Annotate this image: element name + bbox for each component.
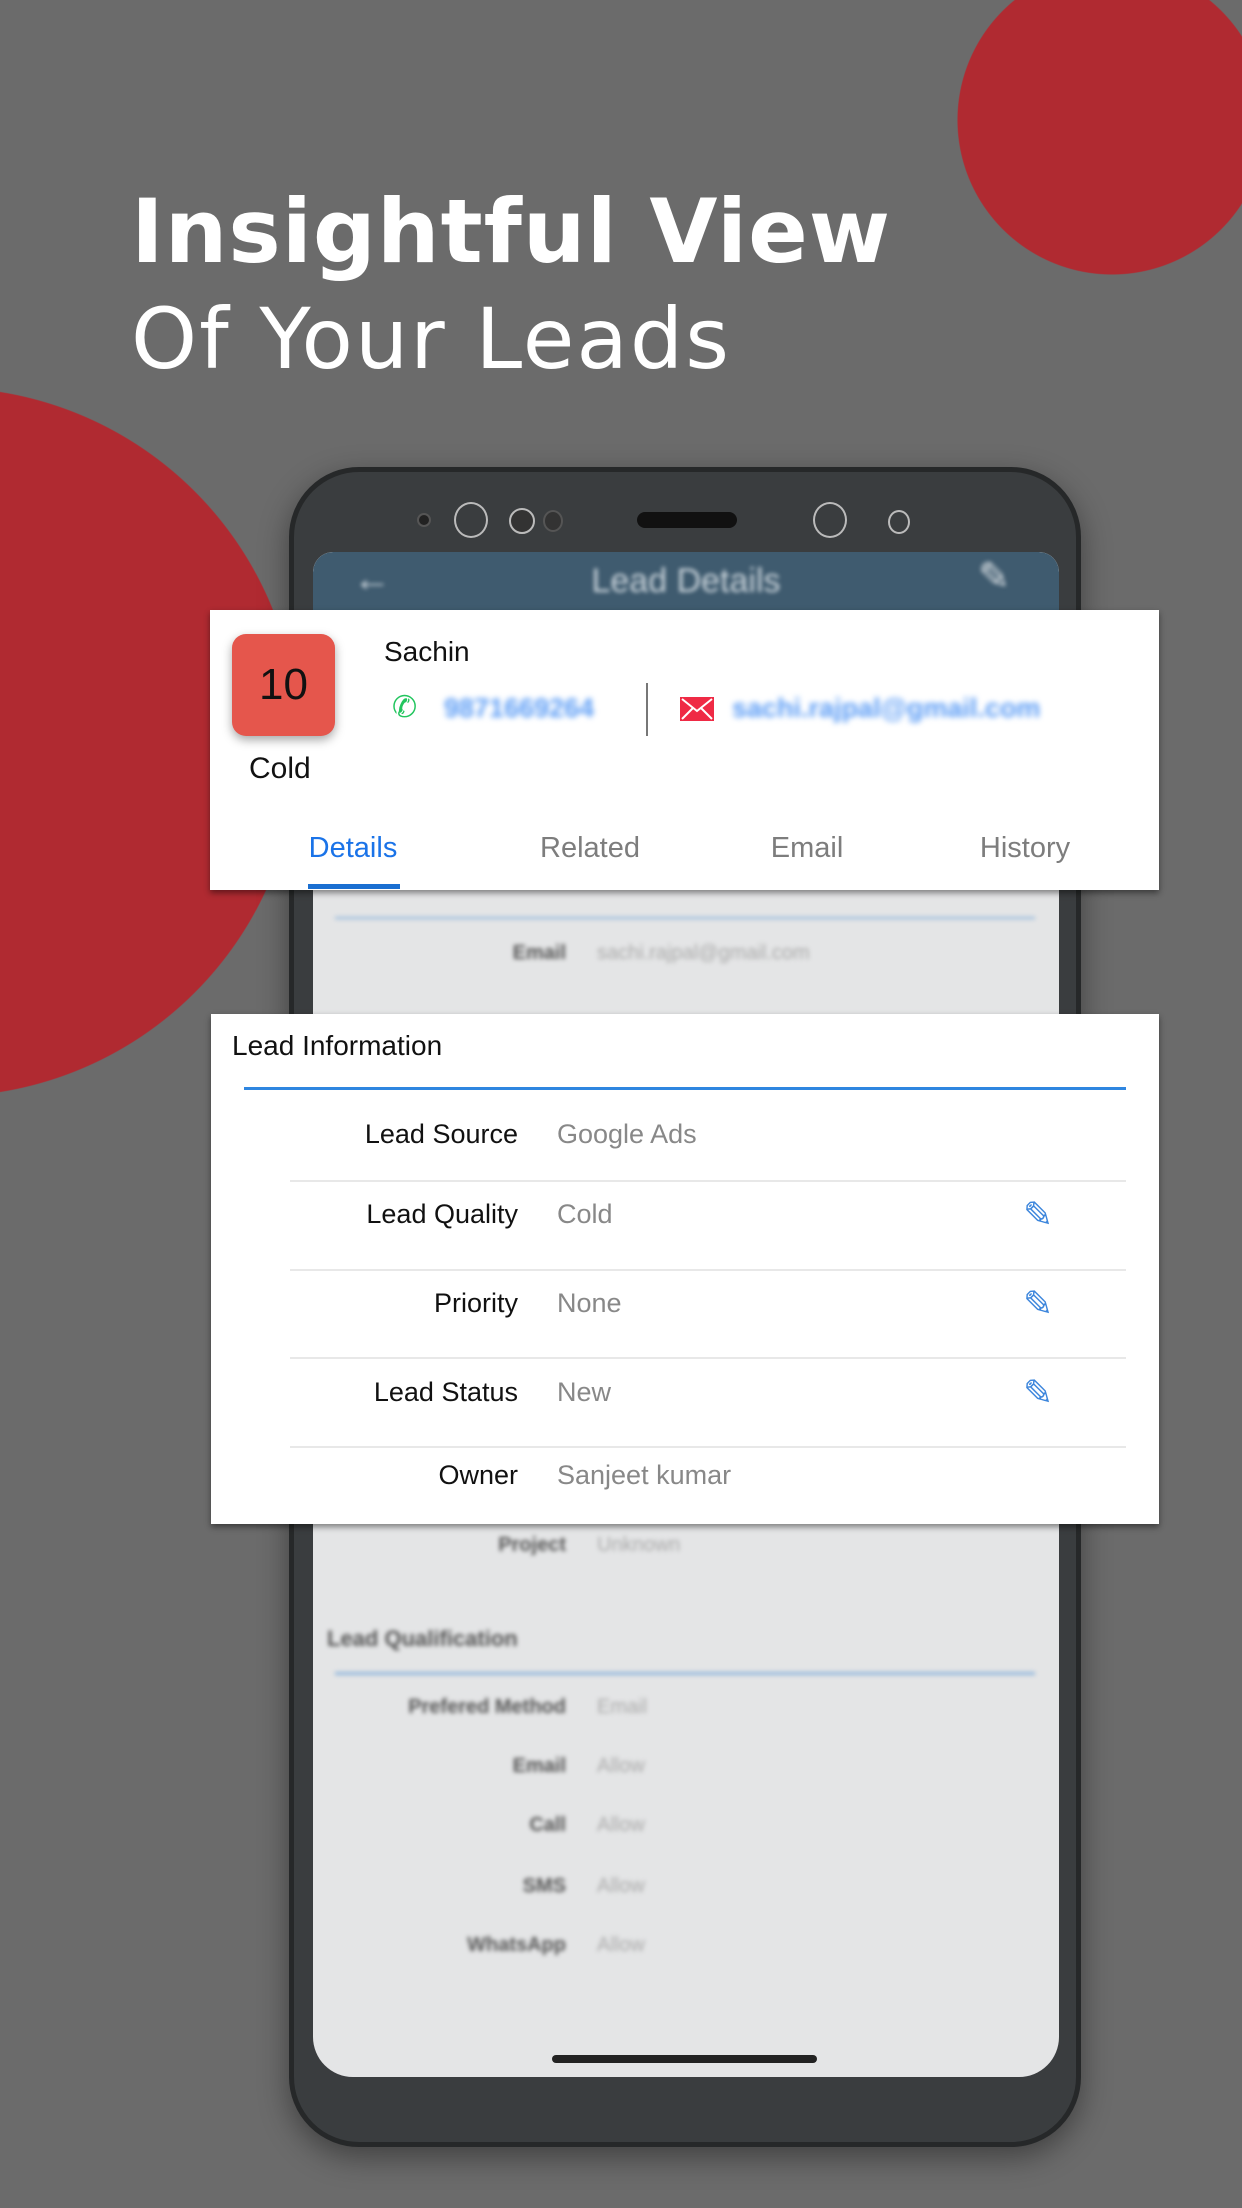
- email-value: sachi.rajpal@gmail.com: [597, 942, 810, 964]
- qual-label: SMS: [522, 1875, 566, 1897]
- section-underline: [244, 1087, 1126, 1090]
- field-label: Lead Source: [364, 1119, 518, 1149]
- qual-label: Call: [529, 1814, 566, 1836]
- tab-details[interactable]: Details: [309, 832, 398, 865]
- edit-pencil-icon[interactable]: ✎: [978, 554, 1010, 599]
- field-value: Sanjeet kumar: [557, 1460, 732, 1490]
- lead-score-badge: 10: [232, 634, 335, 736]
- qual-label: Email: [512, 1755, 566, 1777]
- active-tab-indicator: [308, 884, 400, 889]
- qual-value: Email: [597, 1696, 648, 1718]
- email-label: Email: [512, 942, 566, 964]
- field-label: Lead Status: [373, 1377, 518, 1407]
- qual-value: Allow: [597, 1814, 645, 1836]
- email-link[interactable]: sachi.rajpal@gmail.com: [732, 693, 1040, 724]
- edit-lead-quality-pencil-icon[interactable]: ✎: [1023, 1194, 1053, 1236]
- qual-value: Allow: [597, 1875, 645, 1897]
- app-bar-title: Lead Details: [591, 562, 781, 600]
- tab-email[interactable]: Email: [771, 832, 844, 865]
- app-bar: ← Lead Details ✎: [313, 552, 1059, 614]
- qual-label: WhatsApp: [467, 1934, 566, 1956]
- headline-line2: Of Your Leads: [131, 290, 731, 388]
- edit-priority-pencil-icon[interactable]: ✎: [1023, 1283, 1053, 1325]
- qual-value: Allow: [597, 1934, 645, 1956]
- home-indicator: [552, 2055, 817, 2063]
- field-label: Priority: [433, 1288, 518, 1318]
- lead-qualification-title: Lead Qualification: [327, 1626, 518, 1651]
- headline-line1: Insightful View: [131, 180, 892, 283]
- decor-circle-top-right: [957, 0, 1242, 275]
- qual-label: Prefered Method: [408, 1696, 566, 1718]
- field-label: Lead Quality: [366, 1199, 518, 1229]
- edit-lead-status-pencil-icon[interactable]: ✎: [1023, 1372, 1053, 1414]
- contact-divider: [646, 683, 648, 736]
- project-label: Project: [498, 1534, 566, 1556]
- field-value: Google Ads: [557, 1119, 697, 1149]
- lead-name: Sachin: [384, 636, 470, 667]
- lead-quality-label: Cold: [249, 752, 311, 785]
- row-divider: [290, 1180, 1126, 1182]
- row-divider: [290, 1357, 1126, 1359]
- qual-value: Allow: [597, 1755, 645, 1777]
- row-divider: [290, 1446, 1126, 1448]
- project-value: Unknown: [597, 1534, 681, 1556]
- tab-history[interactable]: History: [980, 832, 1070, 865]
- row-divider: [290, 1269, 1126, 1271]
- phone-icon[interactable]: ✆: [392, 690, 417, 725]
- field-value: Cold: [557, 1199, 613, 1229]
- phone-number-link[interactable]: 9871669264: [444, 693, 594, 724]
- field-value: None: [557, 1288, 622, 1318]
- field-label: Owner: [438, 1460, 518, 1490]
- lead-information-title: Lead Information: [232, 1030, 443, 1061]
- mail-icon[interactable]: [680, 697, 714, 721]
- field-value: New: [557, 1377, 612, 1407]
- lead-header-card: 10 Cold Sachin ✆ 9871669264 sachi.rajpal…: [210, 610, 1159, 890]
- lead-information-card: Lead Information Lead Source Google Ads …: [211, 1014, 1159, 1524]
- tab-related[interactable]: Related: [540, 832, 640, 865]
